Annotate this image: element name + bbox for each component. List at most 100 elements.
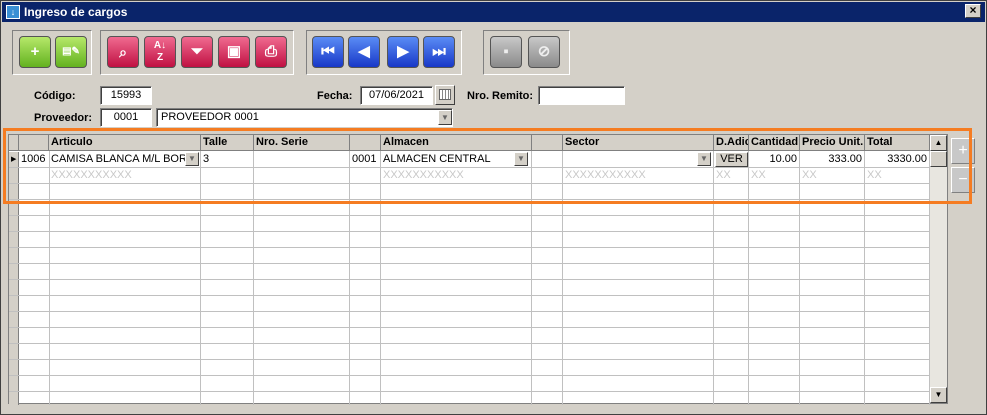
delete-row-button[interactable]: − xyxy=(951,167,975,193)
row1-almacen[interactable]: ALMACEN CENTRAL xyxy=(381,152,513,167)
chevron-up-icon: ▲ xyxy=(934,138,943,147)
print-button[interactable]: ⎙ xyxy=(255,36,287,68)
proveedor-dropdown-arrow[interactable]: ▼ xyxy=(438,110,452,125)
chevron-down-icon: ▼ xyxy=(441,113,449,122)
scroll-thumb[interactable] xyxy=(930,151,947,167)
sector-dropdown-arrow[interactable]: ▼ xyxy=(697,152,711,166)
calendar-button[interactable] xyxy=(435,85,455,105)
add-button[interactable]: + xyxy=(19,36,51,68)
grid-col-line xyxy=(380,151,381,405)
row2-articulo-placeholder[interactable]: XXXXXXXXXXX xyxy=(49,168,199,183)
row2-precio-placeholder[interactable]: XX xyxy=(800,168,864,183)
row1-talle[interactable]: 3 xyxy=(201,152,253,167)
header-almacen[interactable]: Almacen xyxy=(381,135,532,151)
next-icon: ▶ xyxy=(397,43,409,60)
header-code xyxy=(19,135,49,151)
row2-almacen-placeholder[interactable]: XXXXXXXXXXX xyxy=(381,168,531,183)
sort-az-icon: A↓ Z xyxy=(153,40,167,63)
remito-field[interactable] xyxy=(538,86,625,105)
row1-precio[interactable]: 333.00 xyxy=(800,152,864,167)
clipboard-button[interactable]: ▣ xyxy=(218,36,250,68)
fecha-field[interactable]: 07/06/2021 xyxy=(360,86,433,105)
first-record-button[interactable]: ⏮ xyxy=(312,36,344,68)
printer-icon: ⎙ xyxy=(264,43,277,60)
header-sector-code xyxy=(532,135,563,151)
grid-vertical-scrollbar[interactable]: ▲ ▼ xyxy=(930,135,947,403)
save-icon: ▪ xyxy=(503,43,509,60)
grid-row-line xyxy=(9,183,930,184)
header-articulo[interactable]: Articulo xyxy=(49,135,201,151)
proveedor-code-field[interactable]: 0001 xyxy=(100,108,152,127)
header-total[interactable]: Total xyxy=(865,135,930,151)
filter-button[interactable]: ⏷ xyxy=(181,36,213,68)
header-serie[interactable]: Nro. Serie xyxy=(254,135,350,151)
next-record-button[interactable]: ▶ xyxy=(387,36,419,68)
cancel-icon: ⊘ xyxy=(537,43,551,60)
scroll-down-button[interactable]: ▼ xyxy=(930,387,947,403)
app-icon: ↓ xyxy=(6,5,20,19)
row2-sector-placeholder[interactable]: XXXXXXXXXXX xyxy=(563,168,713,183)
remito-label: Nro. Remito: xyxy=(467,90,533,102)
search-icon: ⌕ xyxy=(119,44,127,60)
grid-row-line xyxy=(9,279,930,280)
grid-col-line xyxy=(713,151,714,405)
header-almacen-code xyxy=(350,135,381,151)
fecha-label: Fecha: xyxy=(317,90,353,102)
header-talle[interactable]: Talle xyxy=(201,135,254,151)
row2-dadic-placeholder[interactable]: XX xyxy=(714,168,748,183)
ver-button[interactable]: VER xyxy=(715,152,748,167)
header-cantidad[interactable]: Cantidad xyxy=(749,135,800,151)
grid-col-line xyxy=(864,151,865,405)
prev-icon: ◀ xyxy=(358,43,370,60)
articulo-dropdown-arrow[interactable]: ▼ xyxy=(185,152,199,166)
first-icon: ⏮ xyxy=(321,43,335,60)
items-grid: Articulo Talle Nro. Serie Almacen Sector… xyxy=(8,134,948,405)
grid-row-line xyxy=(9,263,930,264)
header-sector[interactable]: Sector xyxy=(563,135,714,151)
grid-row-line xyxy=(9,311,930,312)
row1-almacen-code[interactable]: 0001 xyxy=(350,152,380,167)
toolbar-nav-group: ⏮ ◀ ▶ ⏭ xyxy=(306,30,462,75)
last-icon: ⏭ xyxy=(432,43,446,60)
edit-items-button[interactable]: ▤✎ xyxy=(55,36,87,68)
grid-col-line xyxy=(49,151,50,405)
minus-icon: − xyxy=(958,171,968,188)
close-button[interactable]: × xyxy=(965,4,981,18)
proveedor-name-select[interactable]: PROVEEDOR 0001 xyxy=(156,108,453,127)
row1-total[interactable]: 3330.00 xyxy=(865,152,929,167)
grid-row-line xyxy=(9,215,930,216)
scroll-up-button[interactable]: ▲ xyxy=(930,135,947,151)
current-row-arrow-icon: ▶ xyxy=(11,156,17,163)
header-dadic[interactable]: D.Adic xyxy=(714,135,749,151)
almacen-dropdown-arrow[interactable]: ▼ xyxy=(514,152,528,166)
chevron-down-icon: ▼ xyxy=(934,390,943,399)
grid-row-line xyxy=(9,199,930,200)
header-indicator xyxy=(9,135,19,151)
row2-total-placeholder[interactable]: XX xyxy=(865,168,929,183)
codigo-field[interactable]: 15993 xyxy=(100,86,152,105)
clipboard-icon: ▣ xyxy=(226,43,242,60)
grid-col-line xyxy=(531,151,532,405)
search-button[interactable]: ⌕ xyxy=(107,36,139,68)
save-button[interactable]: ▪ xyxy=(490,36,522,68)
grid-row-line xyxy=(9,295,930,296)
prev-record-button[interactable]: ◀ xyxy=(348,36,380,68)
row1-articulo[interactable]: CAMISA BLANCA M/L BORI xyxy=(49,152,185,167)
grid-row-line xyxy=(9,343,930,344)
header-precio[interactable]: Precio Unit. xyxy=(800,135,865,151)
calendar-icon xyxy=(439,89,451,100)
chevron-down-icon: ▼ xyxy=(188,154,196,163)
last-record-button[interactable]: ⏭ xyxy=(423,36,455,68)
grid-col-line xyxy=(200,151,201,405)
list-edit-icon: ▤✎ xyxy=(62,46,80,57)
row2-cantidad-placeholder[interactable]: XX xyxy=(749,168,799,183)
sort-button[interactable]: A↓ Z xyxy=(144,36,176,68)
grid-row-line xyxy=(9,247,930,248)
cancel-button[interactable]: ⊘ xyxy=(528,36,560,68)
main-window: ↓ Ingreso de cargos × + ▤✎ ⌕ A↓ Z ⏷ ▣ ⎙ ⏮… xyxy=(0,0,987,415)
add-row-button[interactable]: + xyxy=(951,138,975,164)
toolbar-tools-group: ⌕ A↓ Z ⏷ ▣ ⎙ xyxy=(100,30,294,75)
row1-cantidad[interactable]: 10.00 xyxy=(749,152,799,167)
row1-codigo[interactable]: 1006 xyxy=(19,152,49,167)
grid-col-line xyxy=(562,151,563,405)
